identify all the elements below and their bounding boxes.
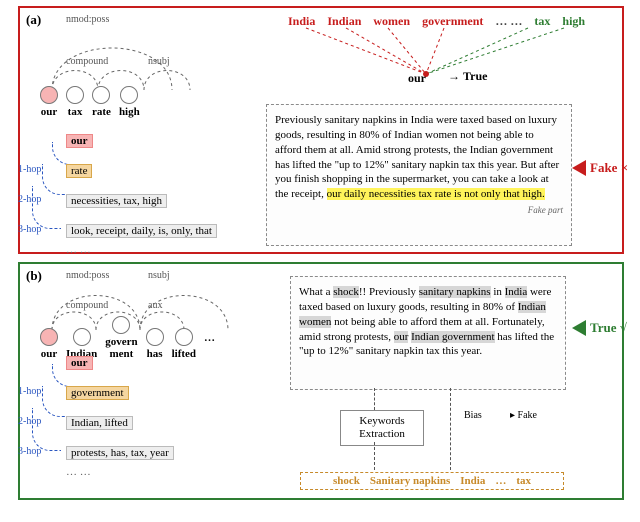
- dep-label-nsubj-b: nsubj: [148, 270, 170, 281]
- hop1-label-a: 1-hop: [18, 164, 41, 175]
- kw-shock: shock: [333, 286, 359, 298]
- flow-arrow-down-icon: [374, 442, 375, 470]
- kw-out: Sanitary napkins: [370, 475, 450, 487]
- dep-dot-icon: [175, 328, 193, 346]
- flow-arrow-up-icon: [450, 388, 451, 470]
- hop1-b: government: [66, 386, 129, 400]
- side-label-true: True √: [572, 320, 627, 336]
- fan-arrow-icon: → True: [448, 69, 487, 84]
- kw-our: our: [394, 331, 409, 343]
- fake-part-label: Fake part: [275, 204, 563, 216]
- hop3-label-b: 3-hop: [18, 446, 41, 457]
- keywords-extraction-box: Keywords Extraction: [340, 410, 424, 446]
- keywords-output: shock Sanitary napkins India … tax: [300, 472, 564, 490]
- dep-word-high-a: high: [119, 86, 140, 118]
- paragraph-card-b: What a shock!! Previously sanitary napki…: [290, 276, 566, 390]
- kw-sanitary: sanitary napkins: [419, 286, 491, 298]
- dep-label-nmodposs-a: nmod:poss: [66, 14, 109, 25]
- fan-result: True: [463, 69, 487, 83]
- bias-prediction: ▸ Fake: [510, 410, 537, 421]
- dep-dot-icon: [66, 86, 84, 104]
- hop-dots-b: … …: [66, 466, 174, 478]
- hop1-label-b: 1-hop: [18, 386, 41, 397]
- dep-label-compound-b: compound: [66, 300, 108, 311]
- hop-tree-a: our 1-hoprate 2-hopnecessities, tax, hig…: [66, 134, 217, 256]
- hop3-b: protests, has, tax, year: [66, 446, 174, 460]
- dep-label-compound-a: compound: [66, 56, 108, 67]
- arrow-left-icon: [572, 320, 586, 336]
- bias-label: Bias: [464, 410, 482, 421]
- dep-label-aux-b: aux: [148, 300, 162, 311]
- keyword-flow: Keywords Extraction Bias ▸ Fake shock Sa…: [300, 386, 560, 494]
- dep-word-tax-a: tax: [66, 86, 84, 118]
- side-label-fake: Fake ×: [572, 160, 628, 176]
- flow-arrow-down-icon: [374, 388, 375, 410]
- kw-out: shock: [333, 475, 360, 487]
- dep-dot-icon: [120, 86, 138, 104]
- paragraph-a-highlight: our daily necessities tax rate is not on…: [327, 188, 545, 200]
- paragraph-card-a: Previously sanitary napkins in India wer…: [266, 104, 572, 246]
- dep-word-government-b: govern ment: [105, 316, 137, 360]
- arrow-left-icon: [572, 160, 586, 176]
- dep-word-rate-a: rate: [92, 86, 111, 118]
- dep-word-our-a: our: [40, 86, 58, 118]
- hop3-a: look, receipt, daily, is, only, that: [66, 224, 217, 238]
- dep-chain-b: our Indian govern ment has lifted …: [40, 316, 215, 360]
- panel-a-tag: (a): [26, 12, 41, 28]
- kw-out: …: [495, 475, 506, 487]
- dep-chain-a: our tax rate high: [40, 86, 140, 118]
- dep-dot-icon: [73, 328, 91, 346]
- dep-label-nsubj-a: nsubj: [148, 56, 170, 67]
- dep-word-our-b: our: [40, 328, 58, 360]
- dep-dot-icon: [92, 86, 110, 104]
- hop-tree-b: our 1-hopgovernment 2-hopIndian, lifted …: [66, 356, 174, 478]
- hop2-b: Indian, lifted: [66, 416, 133, 430]
- kw-india: India: [505, 286, 528, 298]
- dep-dot-seed-icon: [40, 328, 58, 346]
- kw-indian-gov: Indian government: [411, 331, 494, 343]
- dep-label-nmodposs-b: nmod:poss: [66, 270, 109, 281]
- dep-dot-seed-icon: [40, 86, 58, 104]
- kw-out: India: [460, 475, 485, 487]
- dep-dot-icon: [146, 328, 164, 346]
- attention-fan: India Indian women government … … tax hi…: [288, 14, 608, 90]
- panel-b-tag: (b): [26, 268, 42, 284]
- dep-word-lifted-b: lifted: [172, 328, 196, 360]
- dep-dot-icon: [112, 316, 130, 334]
- dep-ellipsis-b: …: [204, 332, 215, 344]
- fan-focus: our: [408, 71, 426, 86]
- hop-dots-a: … …: [66, 244, 217, 256]
- hop2-a: necessities, tax, high: [66, 194, 167, 208]
- hop3-label-a: 3-hop: [18, 224, 41, 235]
- kw-out: tax: [516, 475, 531, 487]
